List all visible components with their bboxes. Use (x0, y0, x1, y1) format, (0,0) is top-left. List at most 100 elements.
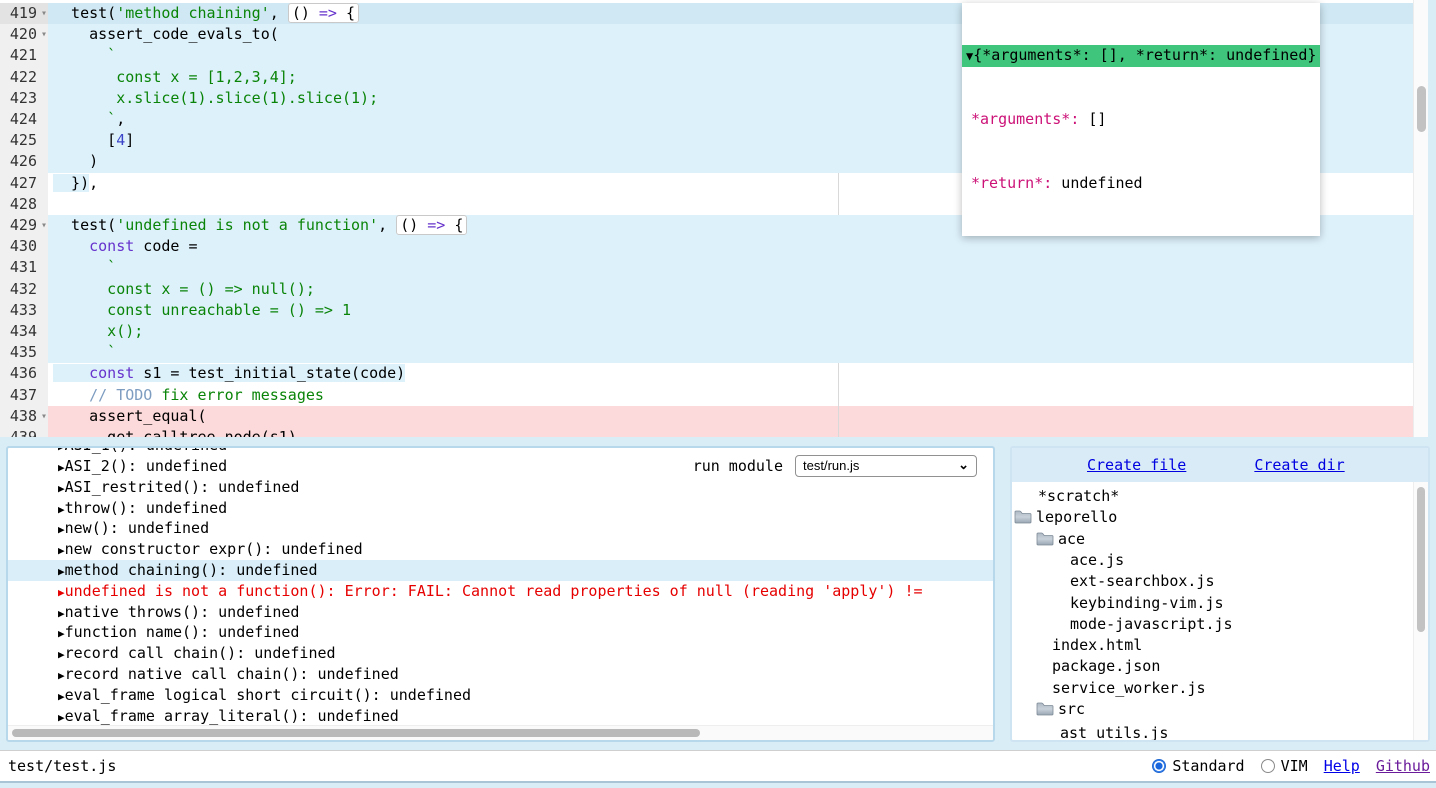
test-result-item[interactable]: ▶ASI_restrited(): undefined (8, 477, 993, 498)
expand-arrow-icon[interactable]: ▶ (58, 586, 65, 599)
file-tree-folder[interactable]: ace (1012, 529, 1412, 550)
code-line-error[interactable]: assert_equal( (48, 406, 1413, 427)
file-tree-item[interactable]: package.json (1012, 656, 1412, 677)
file-tree-item[interactable]: keybinding-vim.js (1012, 593, 1412, 614)
expand-arrow-icon[interactable]: ▶ (58, 503, 65, 516)
create-file-button[interactable]: Create file (1087, 456, 1186, 474)
expand-arrow-icon[interactable]: ▶ (58, 711, 65, 724)
keybinding-standard-option[interactable]: Standard (1152, 757, 1244, 775)
file-tree[interactable]: *scratch* leporello ace ace.js ext-searc… (1012, 482, 1428, 740)
expand-arrow-icon[interactable]: ▶ (58, 648, 65, 661)
gutter-line-number[interactable]: 421 (0, 45, 48, 66)
expand-arrow-icon[interactable]: ▶ (58, 627, 65, 640)
file-tree-item[interactable]: service_worker.js (1012, 678, 1412, 699)
gutter-line-number[interactable]: 430 (0, 236, 48, 257)
keybinding-vim-option[interactable]: VIM (1261, 757, 1308, 775)
expand-arrow-icon[interactable]: ▶ (58, 690, 65, 703)
file-tree-item-clipped[interactable]: ast_utils.js (1012, 723, 1412, 740)
fold-arrow-icon[interactable]: ▾ (41, 3, 47, 24)
expand-arrow-icon[interactable]: ▶ (58, 565, 65, 578)
radio-vim[interactable] (1261, 759, 1275, 773)
gutter-line-number[interactable]: 423 (0, 88, 48, 109)
file-explorer-header: Create file Create dir (1012, 448, 1428, 482)
inspected-function-box[interactable]: () => { (396, 215, 467, 235)
test-result-item[interactable]: ▶record native call chain(): undefined (8, 664, 993, 685)
file-tree-item[interactable]: ace.js (1012, 550, 1412, 571)
code-line-error-clipped[interactable]: get_calltree_node(s1) (48, 427, 1413, 437)
code-editor[interactable]: test('method chaining', () => { assert_c… (0, 0, 1428, 437)
expand-arrow-icon[interactable]: ▶ (58, 669, 65, 682)
gutter-line-number[interactable]: 429▾ (0, 215, 48, 236)
gutter-line-number[interactable]: 428 (0, 194, 48, 215)
file-tree-item[interactable]: *scratch* (1012, 486, 1412, 507)
gutter-line-number[interactable]: 431 (0, 257, 48, 278)
expand-arrow-icon[interactable]: ▶ (58, 482, 65, 495)
radio-standard[interactable] (1152, 759, 1166, 773)
gutter-line-number[interactable]: 434 (0, 321, 48, 342)
gutter-line-number[interactable]: 425 (0, 130, 48, 151)
expand-arrow-icon[interactable]: ▶ (58, 607, 65, 620)
files-scrollbar-thumb[interactable] (1417, 487, 1425, 632)
create-dir-button[interactable]: Create dir (1254, 456, 1344, 474)
gutter-line-number[interactable]: 435 (0, 342, 48, 363)
code-line[interactable]: x(); (48, 321, 1413, 342)
file-explorer-panel[interactable]: Create file Create dir *scratch* leporel… (1010, 446, 1430, 742)
editor-scrollbar-thumb[interactable] (1417, 86, 1426, 132)
expand-arrow-icon[interactable]: ▶ (58, 523, 65, 536)
test-result-item-failed[interactable]: ▶undefined is not a function(): Error: F… (8, 581, 993, 602)
gutter-line-number[interactable]: 419▾ (0, 3, 48, 24)
gutter-line-number[interactable]: 436 (0, 363, 48, 384)
test-result-item[interactable]: ▶native throws(): undefined (8, 602, 993, 623)
gutter-line-number[interactable]: 437 (0, 385, 48, 406)
fold-arrow-icon[interactable]: ▾ (41, 406, 47, 427)
inspected-function-box[interactable]: () => { (288, 3, 359, 23)
test-results-panel[interactable]: ▶ASI_1(): undefined ▶ASI_2(): undefined … (6, 446, 995, 742)
fold-arrow-icon[interactable]: ▾ (41, 24, 47, 45)
gutter-line-number[interactable]: 426 (0, 151, 48, 172)
gutter-line-number[interactable]: 433 (0, 300, 48, 321)
expand-arrow-icon[interactable]: ▶ (58, 461, 65, 474)
test-result-item[interactable]: ▶function name(): undefined (8, 622, 993, 643)
test-result-item[interactable]: ▶eval_frame logical short circuit(): und… (8, 685, 993, 706)
run-module-select[interactable]: test/run.js ⌄ (795, 455, 977, 477)
test-result-item[interactable]: ▶record call chain(): undefined (8, 643, 993, 664)
gutter-line-number[interactable]: 432 (0, 279, 48, 300)
value-inspector-popup[interactable]: ▼{*arguments*: [], *return*: undefined} … (962, 3, 1320, 236)
code-line[interactable]: ` (48, 257, 1413, 278)
code-line[interactable]: ` (48, 342, 1413, 363)
test-result-item-selected[interactable]: ▶method chaining(): undefined (8, 560, 993, 581)
gutter-line-number[interactable]: 427 (0, 173, 48, 194)
file-tree-item[interactable]: ext-searchbox.js (1012, 571, 1412, 592)
gutter-line-number[interactable]: 422 (0, 67, 48, 88)
object-preview-header[interactable]: ▼{*arguments*: [], *return*: undefined} (962, 45, 1320, 66)
object-entry[interactable]: *arguments*: [] (962, 109, 1320, 130)
test-result-item[interactable]: ▶new(): undefined (8, 518, 993, 539)
object-entry[interactable]: *return*: undefined (962, 173, 1320, 194)
gutter-line-number[interactable]: 424 (0, 109, 48, 130)
fold-arrow-icon[interactable]: ▾ (41, 215, 47, 236)
gutter-line-number[interactable]: 438▾ (0, 406, 48, 427)
code-line[interactable]: const unreachable = () => 1 (48, 300, 1413, 321)
gutter-line-number[interactable]: 439 (0, 427, 48, 437)
expand-arrow-icon[interactable]: ▶ (58, 544, 65, 557)
console-scrollbar-thumb[interactable] (12, 729, 700, 737)
help-link[interactable]: Help (1324, 757, 1360, 775)
console-horizontal-scrollbar[interactable] (8, 725, 993, 740)
test-result-item[interactable]: ▶throw(): undefined (8, 498, 993, 519)
code-line[interactable]: const x = () => null(); (48, 279, 1413, 300)
code-line[interactable]: // TODO fix error messages (48, 385, 1413, 406)
file-tree-folder[interactable]: leporello (1012, 507, 1412, 528)
file-tree-item[interactable]: index.html (1012, 635, 1412, 656)
radio-standard-label: Standard (1172, 757, 1244, 775)
editor-scrollbar[interactable] (1413, 0, 1428, 437)
github-link[interactable]: Github (1376, 757, 1430, 775)
test-result-item[interactable]: ▶eval_frame array_literal(): undefined (8, 706, 993, 727)
file-tree-folder[interactable]: src (1012, 699, 1412, 720)
gutter-line-number[interactable]: 420▾ (0, 24, 48, 45)
test-result-item[interactable]: ▶new constructor expr(): undefined (8, 539, 993, 560)
code-line[interactable]: const s1 = test_initial_state(code) (48, 363, 1413, 384)
code-line[interactable]: const code = (48, 236, 1413, 257)
code-token: ) (53, 152, 98, 170)
files-scrollbar[interactable] (1413, 482, 1428, 740)
file-tree-item[interactable]: mode-javascript.js (1012, 614, 1412, 635)
